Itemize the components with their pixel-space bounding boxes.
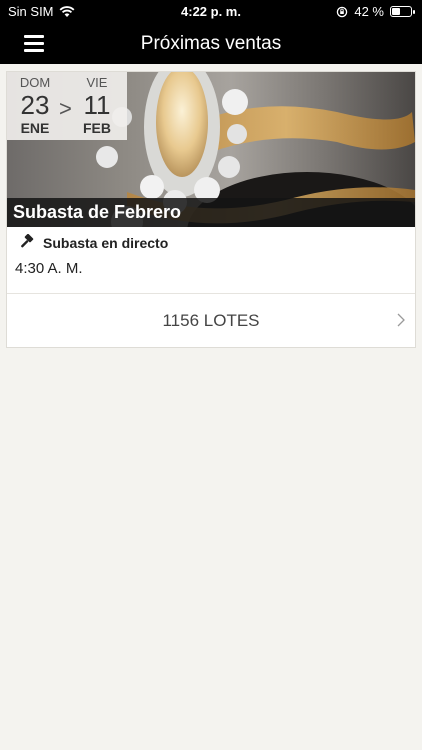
- date-range-arrow: >: [59, 96, 72, 121]
- status-bar: Sin SIM 4:22 p. m. 42 %: [0, 0, 422, 24]
- start-weekday: DOM: [19, 75, 51, 90]
- gavel-icon: [21, 234, 34, 248]
- status-right: 42 %: [336, 4, 415, 19]
- nav-bar: Próximas ventas: [0, 24, 422, 64]
- sale-card[interactable]: DOM 23 ENE > VIE 11 FEB Subasta de Febre…: [6, 71, 416, 348]
- battery-icon: [390, 6, 415, 17]
- chevron-right-icon: [397, 313, 405, 327]
- lots-count: 1156 LOTES: [162, 311, 260, 330]
- start-day: 23: [20, 90, 50, 120]
- lots-button[interactable]: 1156 LOTES: [7, 294, 415, 347]
- sale-image[interactable]: DOM 23 ENE > VIE 11 FEB Subasta de Febre…: [7, 72, 415, 227]
- sale-title: Subasta de Febrero: [7, 198, 415, 227]
- auction-type: Subasta en directo: [19, 234, 168, 252]
- battery-percent: 42 %: [354, 4, 384, 19]
- end-month: FEB: [83, 120, 111, 136]
- orientation-lock-icon: [337, 6, 348, 17]
- end-weekday: VIE: [86, 75, 108, 90]
- auction-time: 4:30 A. M.: [15, 260, 83, 277]
- end-date: VIE 11 FEB: [77, 75, 117, 136]
- auction-type-label: Subasta en directo: [43, 235, 169, 251]
- start-date: DOM 23 ENE: [15, 75, 55, 136]
- sale-dates: DOM 23 ENE > VIE 11 FEB: [7, 72, 127, 140]
- end-day: 11: [83, 90, 111, 120]
- start-month: ENE: [20, 120, 50, 136]
- page-title: Próximas ventas: [140, 33, 282, 54]
